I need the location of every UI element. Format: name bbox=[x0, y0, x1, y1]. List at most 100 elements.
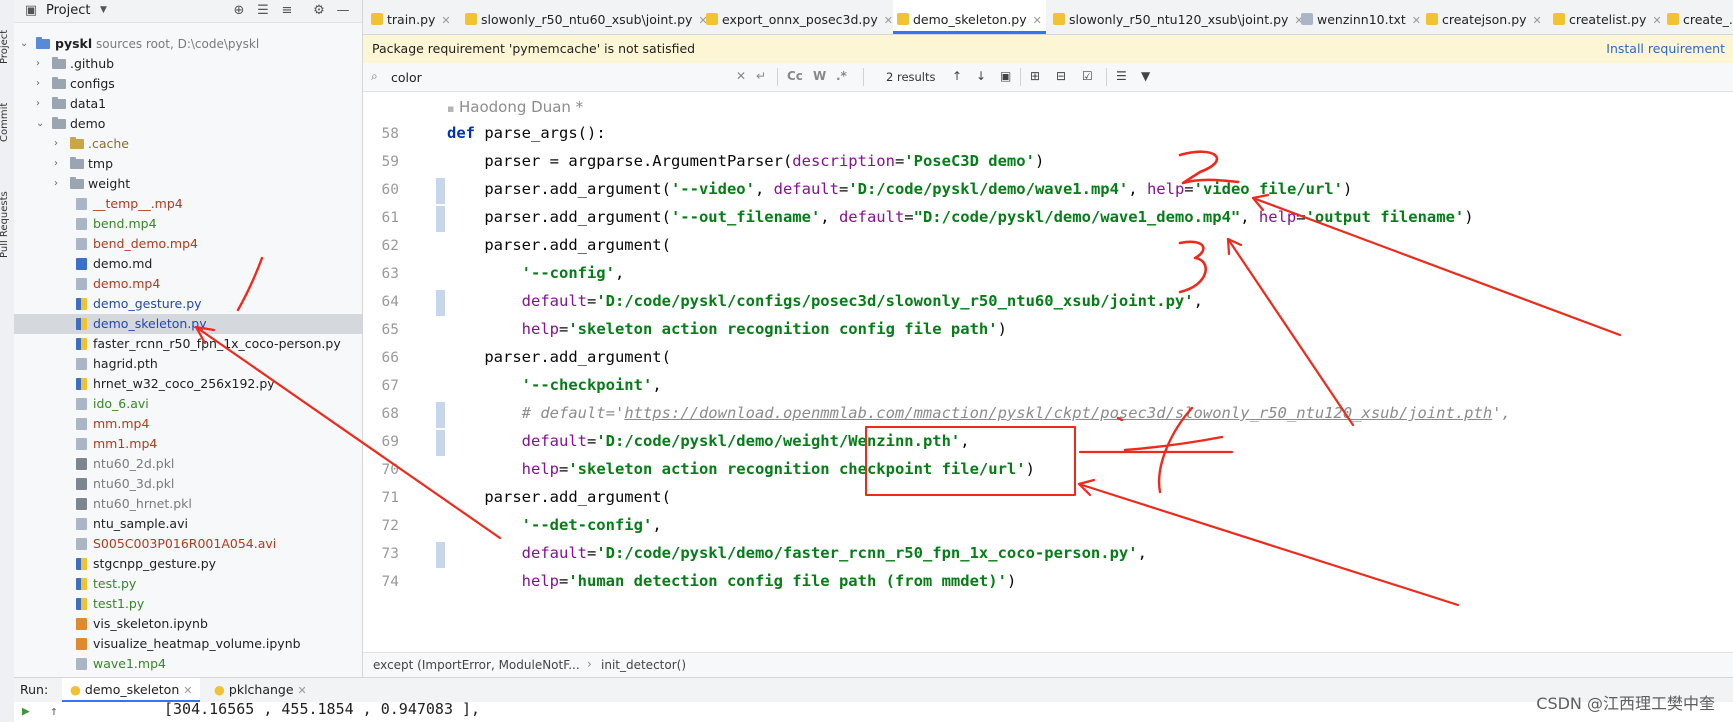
find-bar: ⌕ ✕ ↵ Cc W .* 2 results ↑ ↓ ▣ ⊞ ⊟ ☑ ☰ ▼ bbox=[363, 63, 1733, 92]
tree-file[interactable]: demo.mp4 bbox=[14, 274, 362, 294]
tree-file[interactable]: demo_gesture.py bbox=[14, 294, 362, 314]
chevron-right-icon[interactable]: › bbox=[36, 54, 40, 74]
close-icon[interactable]: ✕ bbox=[1533, 14, 1542, 27]
tree-file[interactable]: test.py bbox=[14, 574, 362, 594]
tab-createjson[interactable]: createjson.py ✕ bbox=[1426, 0, 1542, 34]
tree-file[interactable]: ntu60_2d.pkl bbox=[14, 454, 362, 474]
close-icon[interactable]: ✕ bbox=[1652, 14, 1661, 27]
regex-toggle[interactable]: .* bbox=[836, 69, 847, 83]
scroll-up-icon[interactable]: ↑ bbox=[50, 704, 58, 719]
breadcrumb-item[interactable]: except (ImportError, ModuleNotF... bbox=[373, 658, 580, 672]
tab-train-py[interactable]: train.py ✕ bbox=[371, 0, 451, 34]
run-console[interactable]: ▶ ↑ [304.16565 , 455.1854 , 0.947083 ], bbox=[14, 702, 1733, 722]
tree-folder-cache[interactable]: › .cache bbox=[14, 134, 362, 154]
chevron-down-icon[interactable]: ▼ bbox=[100, 5, 107, 15]
tree-file[interactable]: faster_rcnn_r50_fpn_1x_coco-person.py bbox=[14, 334, 362, 354]
tree-folder-configs[interactable]: › configs bbox=[14, 74, 362, 94]
change-marker[interactable] bbox=[436, 290, 445, 316]
chevron-right-icon[interactable]: › bbox=[36, 94, 40, 114]
tree-file[interactable]: __temp__.mp4 bbox=[14, 194, 362, 214]
new-line-icon[interactable]: ↵ bbox=[756, 69, 766, 83]
tree-file[interactable]: vis_skeleton.ipynb bbox=[14, 614, 362, 634]
tree-folder-tmp[interactable]: › tmp bbox=[14, 154, 362, 174]
change-marker[interactable] bbox=[436, 206, 445, 232]
install-requirement-link[interactable]: Install requirement bbox=[1606, 41, 1725, 56]
chevron-down-icon[interactable]: ⌄ bbox=[20, 34, 28, 54]
change-marker[interactable] bbox=[436, 430, 445, 456]
tree-file[interactable]: bend.mp4 bbox=[14, 214, 362, 234]
rerun-icon[interactable]: ▶ bbox=[22, 704, 30, 719]
expand-all-icon[interactable]: ☰ bbox=[256, 4, 270, 18]
run-tab-demo-skeleton[interactable]: ● demo_skeleton ✕ bbox=[62, 678, 201, 702]
tree-folder-weight[interactable]: › weight bbox=[14, 174, 362, 194]
tree-folder-data1[interactable]: › data1 bbox=[14, 94, 362, 114]
project-tool-tab[interactable]: Project bbox=[0, 4, 15, 64]
next-occurrence-icon[interactable]: ↓ bbox=[976, 69, 986, 83]
tab-export-onnx[interactable]: export_onnx_posec3d.py ✕ bbox=[706, 0, 893, 34]
hide-panel-icon[interactable]: — bbox=[336, 4, 350, 18]
filter-icon[interactable]: ▼ bbox=[1141, 69, 1150, 83]
previous-occurrence-icon[interactable]: ↑ bbox=[952, 69, 962, 83]
clear-search-icon[interactable]: ✕ bbox=[736, 69, 746, 83]
tab-createlist[interactable]: createlist.py ✕ bbox=[1553, 0, 1662, 34]
tab-demo-skeleton[interactable]: demo_skeleton.py ✕ bbox=[893, 0, 1046, 34]
chevron-down-icon[interactable]: ⌄ bbox=[36, 114, 44, 134]
locate-icon[interactable]: ⊕ bbox=[232, 4, 246, 18]
tree-file[interactable]: ntu_sample.avi bbox=[14, 514, 362, 534]
tree-file[interactable]: mm1.mp4 bbox=[14, 434, 362, 454]
tree-file[interactable]: test1.py bbox=[14, 594, 362, 614]
search-input[interactable] bbox=[389, 67, 693, 87]
remove-selection-icon[interactable]: ⊟ bbox=[1056, 69, 1066, 83]
pull-requests-tool-tab[interactable]: Pull Requests bbox=[0, 168, 15, 258]
tree-file-selected[interactable]: demo_skeleton.py bbox=[14, 314, 362, 334]
tree-file[interactable]: ido_6.avi bbox=[14, 394, 362, 414]
gear-icon[interactable]: ⚙ bbox=[312, 4, 326, 18]
options-icon[interactable]: ☰ bbox=[1116, 69, 1127, 83]
tree-file[interactable]: hagrid.pth bbox=[14, 354, 362, 374]
chevron-right-icon[interactable]: › bbox=[54, 174, 58, 194]
project-panel-title[interactable]: Project bbox=[46, 3, 90, 18]
tree-file[interactable]: ntu60_hrnet.pkl bbox=[14, 494, 362, 514]
whole-words-toggle[interactable]: W bbox=[813, 69, 826, 83]
close-icon[interactable]: ✕ bbox=[298, 684, 307, 697]
breadcrumb-item[interactable]: init_detector() bbox=[601, 658, 686, 672]
tab-slowonly-ntu120-joint[interactable]: slowonly_r50_ntu120_xsub\joint.py ✕ bbox=[1053, 0, 1304, 34]
close-icon[interactable]: ✕ bbox=[884, 14, 893, 27]
tree-file[interactable]: demo.md bbox=[14, 254, 362, 274]
tree-file[interactable]: ntu60_3d.pkl bbox=[14, 474, 362, 494]
match-case-toggle[interactable]: Cc bbox=[787, 69, 803, 83]
tree-file[interactable]: visualize_heatmap_volume.ipynb bbox=[14, 634, 362, 654]
tab-slowonly-ntu60-joint[interactable]: slowonly_r50_ntu60_xsub\joint.py ✕ bbox=[465, 0, 708, 34]
tree-root-pyskl[interactable]: ⌄ pyskl sources root, D:\code\pyskl bbox=[14, 34, 362, 54]
comment-url-link[interactable]: https://download.openmmlab.com/mmaction/… bbox=[624, 404, 1492, 422]
tree-file[interactable]: hrnet_w32_coco_256x192.py bbox=[14, 374, 362, 394]
tab-wenzinn10-txt[interactable]: wenzinn10.txt ✕ bbox=[1301, 0, 1421, 34]
run-tab-pklchange[interactable]: ● pklchange ✕ bbox=[214, 678, 307, 702]
commit-tool-tab[interactable]: Commit bbox=[0, 92, 15, 142]
toggle-selection-icon[interactable]: ☑ bbox=[1082, 69, 1093, 83]
chevron-right-icon[interactable]: › bbox=[54, 134, 58, 154]
tree-file[interactable]: wave1.mp4 bbox=[14, 654, 362, 674]
change-marker[interactable] bbox=[436, 402, 445, 428]
tree-file[interactable]: stgcnpp_gesture.py bbox=[14, 554, 362, 574]
collapse-all-icon[interactable]: ≡ bbox=[280, 4, 294, 18]
chevron-right-icon[interactable]: › bbox=[36, 74, 40, 94]
close-icon[interactable]: ✕ bbox=[1412, 14, 1421, 27]
tree-file[interactable]: mm.mp4 bbox=[14, 414, 362, 434]
tree-file[interactable]: S005C003P016R001A054.avi bbox=[14, 534, 362, 554]
change-marker[interactable] bbox=[436, 542, 445, 568]
tree-folder-github[interactable]: › .github bbox=[14, 54, 362, 74]
change-marker[interactable] bbox=[436, 178, 445, 204]
close-icon[interactable]: ✕ bbox=[441, 14, 450, 27]
tree-file[interactable]: bend_demo.mp4 bbox=[14, 234, 362, 254]
close-icon[interactable]: ✕ bbox=[183, 684, 192, 697]
author-inlay-hint[interactable]: Haodong Duan * bbox=[459, 98, 583, 116]
close-icon[interactable]: ✕ bbox=[1033, 14, 1042, 27]
add-selection-icon[interactable]: ⊞ bbox=[1030, 69, 1040, 83]
select-all-occurrences-icon[interactable]: ▣ bbox=[1000, 69, 1011, 83]
chevron-right-icon[interactable]: › bbox=[54, 154, 58, 174]
code-editor[interactable]: 58 59 60 61 62 63 64 65 66 67 68 69 70 7… bbox=[363, 92, 1733, 652]
search-icon[interactable]: ⌕ bbox=[371, 69, 378, 84]
tree-folder-demo[interactable]: ⌄ demo bbox=[14, 114, 362, 134]
tab-create-more[interactable]: create_... bbox=[1667, 0, 1733, 34]
